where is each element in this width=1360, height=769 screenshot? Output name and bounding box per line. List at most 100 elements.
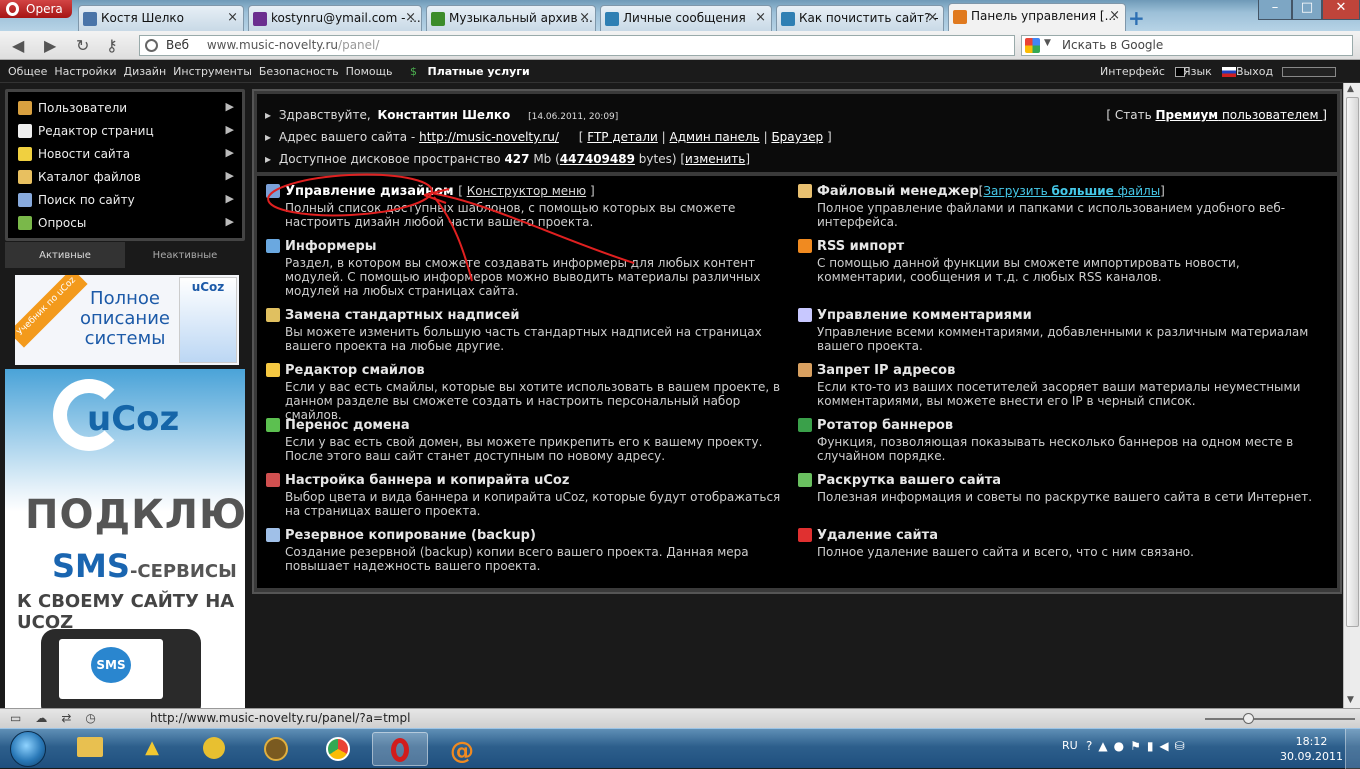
browser-link[interactable]: Браузер: [771, 130, 823, 144]
control-panel: Здравствуйте, Константин Шелко [14.06.20…: [252, 89, 1342, 594]
topmenu-item-3[interactable]: Дизайн: [123, 65, 166, 78]
module-title[interactable]: Раскрутка вашего сайта: [817, 473, 1001, 488]
module-title[interactable]: Замена стандартных надписей: [285, 308, 519, 323]
address-field[interactable]: Веб www.music-novelty.ru/panel/: [139, 35, 1015, 56]
module-title[interactable]: RSS импорт: [817, 239, 904, 254]
ftp-details-link[interactable]: FTP детали: [587, 130, 658, 144]
module-title[interactable]: Файловый менеджер: [817, 184, 979, 199]
tab-close-icon[interactable]: ×: [405, 10, 416, 25]
sidebar-item-3[interactable]: Новости сайта ▶: [8, 144, 242, 167]
module-description: С помощью данной функции вы сможете импо…: [817, 256, 1240, 284]
module-title[interactable]: Управление комментариями: [817, 308, 1032, 323]
zoom-slider[interactable]: [1205, 713, 1355, 724]
tray-icons[interactable]: ?▲●⚑▮◀⛁: [1086, 739, 1191, 753]
menu-builder-link[interactable]: Конструктор меню: [467, 184, 586, 198]
change-disk-link[interactable]: изменить: [685, 152, 745, 166]
module-11: Настройка баннера и копирайта uCoz Выбор …: [265, 473, 785, 518]
tab-close-icon[interactable]: ×: [1109, 8, 1120, 23]
logout-link[interactable]: Выход: [1236, 65, 1273, 78]
interface-toggle[interactable]: Интерфейс: [1100, 65, 1192, 78]
start-button[interactable]: [10, 731, 46, 767]
chevron-right-icon: ▶: [225, 192, 234, 205]
mail-agent-taskbar-icon[interactable]: @: [434, 732, 490, 766]
tab-active[interactable]: Активные: [5, 242, 125, 268]
language-select[interactable]: Язык: [1183, 65, 1243, 78]
tab-1[interactable]: Костя Шелко ×: [78, 5, 244, 31]
chrome-taskbar-icon[interactable]: [310, 732, 366, 766]
chevron-down-icon[interactable]: ▼: [1044, 38, 1051, 48]
bulb-icon: [18, 147, 32, 161]
sidebar-item-6[interactable]: Опросы ▶: [8, 213, 242, 236]
module-title[interactable]: Перенос домена: [285, 418, 410, 433]
chevron-right-icon: ▶: [225, 123, 234, 136]
topmenu-item-1[interactable]: Общее: [8, 65, 47, 78]
tab-favicon-icon: [253, 12, 267, 26]
opera-label: Opera: [26, 2, 63, 16]
sidebar-item-1[interactable]: Пользователи ▶: [8, 98, 242, 121]
sidebar-item-4[interactable]: Каталог файлов ▶: [8, 167, 242, 190]
show-desktop-button[interactable]: [1345, 729, 1360, 769]
tab-close-icon[interactable]: ×: [927, 10, 938, 25]
admin-panel-link[interactable]: Админ панель: [670, 130, 760, 144]
premium-link-row: [ Стать Премиум пользователем ]: [1106, 108, 1327, 122]
tray-clock[interactable]: 18:12 30.09.2011: [1280, 734, 1343, 764]
comments-icon: [798, 308, 812, 322]
search-input[interactable]: ▼ Искать в Google: [1021, 35, 1353, 56]
scrollbar-thumb[interactable]: [1346, 97, 1359, 627]
tab-2[interactable]: kostynru@ymail.com - ... ×: [248, 5, 422, 31]
agent-taskbar-icon[interactable]: [186, 732, 242, 766]
users-icon: [18, 101, 32, 115]
topmenu-item-2[interactable]: Настройки: [54, 65, 116, 78]
topmenu-item-4[interactable]: Инструменты: [173, 65, 252, 78]
ucoz-manual-banner[interactable]: Учебник по uCoz Полное описание системы …: [15, 275, 239, 365]
daemon-tools-taskbar-icon[interactable]: ▲: [124, 732, 180, 766]
sidebar-item-2[interactable]: Редактор страниц ▶: [8, 121, 242, 144]
tab-inactive[interactable]: Неактивные: [125, 242, 245, 268]
tray-language[interactable]: RU: [1062, 739, 1078, 752]
maximize-button[interactable]: □: [1292, 0, 1322, 20]
forward-icon[interactable]: ▶: [44, 36, 56, 55]
back-icon[interactable]: ◀: [12, 36, 24, 55]
status-icons[interactable]: ▭☁⇄◷: [10, 711, 110, 725]
width-slider[interactable]: [1282, 67, 1336, 77]
site-url-link[interactable]: http://music-novelty.ru/: [419, 130, 559, 144]
opera-taskbar-icon[interactable]: [372, 732, 428, 766]
tab-6[interactable]: Панель управления [... ×: [948, 3, 1126, 31]
explorer-taskbar-icon[interactable]: [62, 732, 118, 766]
module-title[interactable]: Запрет IP адресов: [817, 363, 955, 378]
module-13: Резервное копирование (backup) Создание р…: [265, 528, 785, 573]
chevron-right-icon: ▶: [225, 215, 234, 228]
page-scrollbar[interactable]: ▲ ▼: [1343, 83, 1360, 708]
tab-close-icon[interactable]: ×: [227, 10, 238, 25]
premium-link[interactable]: Премиум пользователем ]: [1155, 108, 1327, 122]
module-title[interactable]: Резервное копирование (backup): [285, 528, 536, 543]
tab-5[interactable]: Как почистить сайт? - ... ×: [776, 5, 944, 31]
sms-services-banner[interactable]: uCoz ПОДКЛЮЧИ SMS-СЕРВИСЫ К СВОЕМУ САЙТУ…: [5, 369, 245, 709]
reload-icon[interactable]: ↻: [76, 36, 89, 55]
tab-3[interactable]: Музыкальный архив ... ×: [426, 5, 596, 31]
module-title[interactable]: Редактор смайлов: [285, 363, 425, 378]
wow-taskbar-icon[interactable]: [248, 732, 304, 766]
module-title[interactable]: Удаление сайта: [817, 528, 938, 543]
paid-services-link[interactable]: Платные услуги: [427, 65, 529, 78]
topmenu-item-5[interactable]: Безопасность: [259, 65, 339, 78]
rss-icon: [798, 239, 812, 253]
module-title[interactable]: Настройка баннера и копирайта uCoz: [285, 473, 569, 488]
zoom-knob[interactable]: [1243, 713, 1254, 724]
new-tab-button[interactable]: +: [1128, 6, 1145, 30]
module-title[interactable]: Информеры: [285, 239, 377, 254]
minimize-button[interactable]: –: [1258, 0, 1292, 20]
close-window-button[interactable]: ✕: [1322, 0, 1360, 20]
upload-large-files-link[interactable]: Загрузить большие файлы: [983, 184, 1160, 198]
module-description: Если у вас есть свой домен, вы можете пр…: [285, 435, 763, 463]
key-icon[interactable]: ⚷: [106, 36, 118, 55]
tab-close-icon[interactable]: ×: [579, 10, 590, 25]
tab-4[interactable]: Личные сообщения ×: [600, 5, 772, 31]
tab-close-icon[interactable]: ×: [755, 10, 766, 25]
opera-menu-button[interactable]: Opera: [0, 0, 72, 18]
module-title[interactable]: Ротатор баннеров: [817, 418, 953, 433]
sidebar-item-5[interactable]: Поиск по сайту ▶: [8, 190, 242, 213]
module-title[interactable]: Управление дизайном: [285, 184, 454, 199]
domain-icon: [266, 418, 280, 432]
topmenu-item-6[interactable]: Помощь: [346, 65, 393, 78]
